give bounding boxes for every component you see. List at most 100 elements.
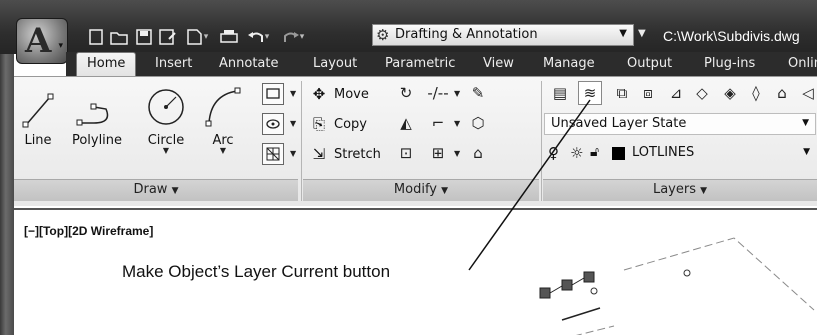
- tab-view[interactable]: View: [483, 56, 514, 71]
- stretch-label: Stretch: [334, 146, 381, 162]
- circle-icon: [148, 89, 184, 125]
- rotate-icon[interactable]: ↻: [394, 81, 418, 105]
- chevron-down-icon: ▼: [619, 28, 627, 39]
- scale-icon[interactable]: ⊡: [394, 141, 418, 165]
- panel-divider: [301, 81, 302, 201]
- layer-color-swatch: [612, 147, 625, 160]
- tab-online[interactable]: Onlin: [788, 56, 817, 71]
- make-objects-layer-current-icon[interactable]: ≋: [578, 81, 602, 105]
- publish-icon[interactable]: ▾: [182, 27, 212, 47]
- ribbon-tabs: Home Insert Annotate Layout Parametric V…: [66, 52, 817, 76]
- layer-lock-icon[interactable]: ⌂: [770, 81, 794, 105]
- tab-parametric[interactable]: Parametric: [385, 56, 455, 71]
- chevron-down-icon[interactable]: ▼: [454, 149, 460, 158]
- chevron-down-icon: ▾: [58, 41, 63, 51]
- chevron-down-icon: ▼: [171, 186, 179, 196]
- title-bar: A ▾ ▾ ▾ ▾ ⚙ Drafting & Annotation ▼ ▼ C:…: [0, 0, 817, 64]
- chevron-down-icon[interactable]: ▼: [290, 119, 296, 128]
- redo-icon[interactable]: ▾: [276, 27, 310, 47]
- grip-square: [583, 271, 595, 283]
- layer-unlock-icon[interactable]: ◁: [796, 81, 817, 105]
- layer-freeze-icon[interactable]: ◈: [718, 81, 742, 105]
- tab-manage[interactable]: Manage: [543, 56, 595, 71]
- chevron-down-icon[interactable]: ▼: [290, 149, 296, 158]
- lot-boundary-line: [575, 325, 615, 335]
- line-icon: [22, 93, 54, 128]
- layer-unisolate-icon[interactable]: ◇: [690, 81, 714, 105]
- chevron-down-icon: ▼: [802, 118, 809, 128]
- copy-label: Copy: [334, 116, 367, 132]
- grip-square: [539, 287, 551, 299]
- chevron-down-icon[interactable]: ▼: [454, 89, 460, 98]
- mirror-icon[interactable]: ◭: [394, 111, 418, 135]
- rectangle-button[interactable]: [262, 83, 284, 105]
- stretch-button[interactable]: ⇲ Stretch: [310, 145, 381, 163]
- explode-icon[interactable]: ⬡: [466, 111, 490, 135]
- layer-dropdown[interactable]: ♀ ☼ 🔓︎ LOTLINES ▼: [544, 143, 816, 165]
- workspace-dropdown[interactable]: ⚙ Drafting & Annotation ▼: [372, 24, 634, 46]
- open-icon[interactable]: [108, 27, 130, 47]
- chevron-down-icon[interactable]: ▼: [138, 146, 194, 155]
- layers-panel-title[interactable]: Layers ▼: [543, 179, 817, 201]
- workspace-label: Drafting & Annotation: [395, 27, 538, 42]
- draw-panel-title[interactable]: Draw ▼: [14, 179, 298, 201]
- arc-button[interactable]: Arc ▼: [200, 83, 246, 155]
- modify-panel-title[interactable]: Modify ▼: [303, 179, 539, 201]
- tab-output[interactable]: Output: [627, 56, 672, 71]
- new-icon[interactable]: [86, 27, 106, 47]
- chevron-down-icon[interactable]: ▼: [200, 146, 246, 155]
- erase-icon[interactable]: ✎: [466, 81, 490, 105]
- layer-previous-icon[interactable]: ⧉: [610, 81, 634, 105]
- autocad-window: A ▾ ▾ ▾ ▾ ⚙ Drafting & Annotation ▼ ▼ C:…: [0, 0, 817, 335]
- plot-icon[interactable]: [218, 27, 240, 47]
- drawing-area[interactable]: [−][Top][2D Wireframe] Make Object’s Lay…: [14, 208, 817, 335]
- chevron-down-icon[interactable]: ▼: [290, 89, 296, 98]
- file-title: C:\Work\Subdivis.dwg: [663, 28, 800, 44]
- chevron-down-icon: ▼: [700, 186, 708, 196]
- rectangle-icon: [266, 88, 280, 99]
- layer-state-value: Unsaved Layer State: [551, 116, 687, 131]
- fillet-icon[interactable]: ⌐: [426, 111, 450, 135]
- save-as-icon[interactable]: [157, 27, 179, 47]
- copy-button[interactable]: ⎘ Copy: [310, 115, 367, 133]
- undo-icon[interactable]: ▾: [242, 27, 274, 47]
- callout-text: Make Object’s Layer Current button: [122, 262, 391, 281]
- tab-home[interactable]: Home: [76, 52, 137, 76]
- lightbulb-icon: ♀: [548, 144, 559, 162]
- trim-icon[interactable]: -/--: [426, 81, 450, 105]
- tab-layout[interactable]: Layout: [313, 56, 357, 71]
- tab-plug-ins[interactable]: Plug-ins: [704, 56, 755, 71]
- layers-panel-label: Layers: [652, 182, 696, 197]
- circle-button[interactable]: Circle ▼: [138, 83, 194, 155]
- tab-annotate[interactable]: Annotate: [219, 56, 278, 71]
- customize-quick-access-caret[interactable]: ▼: [638, 28, 646, 39]
- layer-isolate-icon[interactable]: ⊿: [664, 81, 688, 105]
- line-button[interactable]: Line: [18, 83, 58, 148]
- boundary-icon: [266, 147, 280, 161]
- offset-icon[interactable]: ⌂: [466, 141, 490, 165]
- application-menu-button[interactable]: A ▾: [16, 18, 68, 64]
- boundary-button[interactable]: [262, 143, 284, 165]
- hatch-button[interactable]: [262, 113, 284, 135]
- move-label: Move: [334, 86, 369, 102]
- polyline-button[interactable]: Polyline: [62, 83, 132, 148]
- ribbon: Line Polyline Circle ▼ Arc ▼ ▼ ▼ ▼ Draw …: [14, 76, 817, 206]
- array-icon[interactable]: ⊞: [426, 141, 450, 165]
- sun-icon: ☼: [570, 144, 584, 162]
- layer-properties-icon[interactable]: ▤: [548, 81, 572, 105]
- chevron-down-icon[interactable]: ▼: [454, 119, 460, 128]
- tab-insert[interactable]: Insert: [155, 56, 192, 71]
- grip-circle: [590, 287, 598, 295]
- arc-icon: [205, 87, 241, 127]
- layer-match-icon[interactable]: ⧈: [636, 81, 660, 105]
- move-button[interactable]: ✥ Move: [310, 85, 369, 103]
- layer-state-dropdown[interactable]: Unsaved Layer State ▼: [544, 113, 816, 135]
- panel-divider: [541, 81, 542, 201]
- app-logo: A: [25, 21, 52, 61]
- modify-panel-label: Modify: [393, 182, 437, 197]
- selected-line: [561, 307, 601, 321]
- polyline-label: Polyline: [71, 133, 123, 148]
- layer-off-icon[interactable]: ◊: [744, 81, 768, 105]
- save-icon[interactable]: [134, 27, 154, 47]
- chevron-down-icon: ▼: [803, 147, 810, 157]
